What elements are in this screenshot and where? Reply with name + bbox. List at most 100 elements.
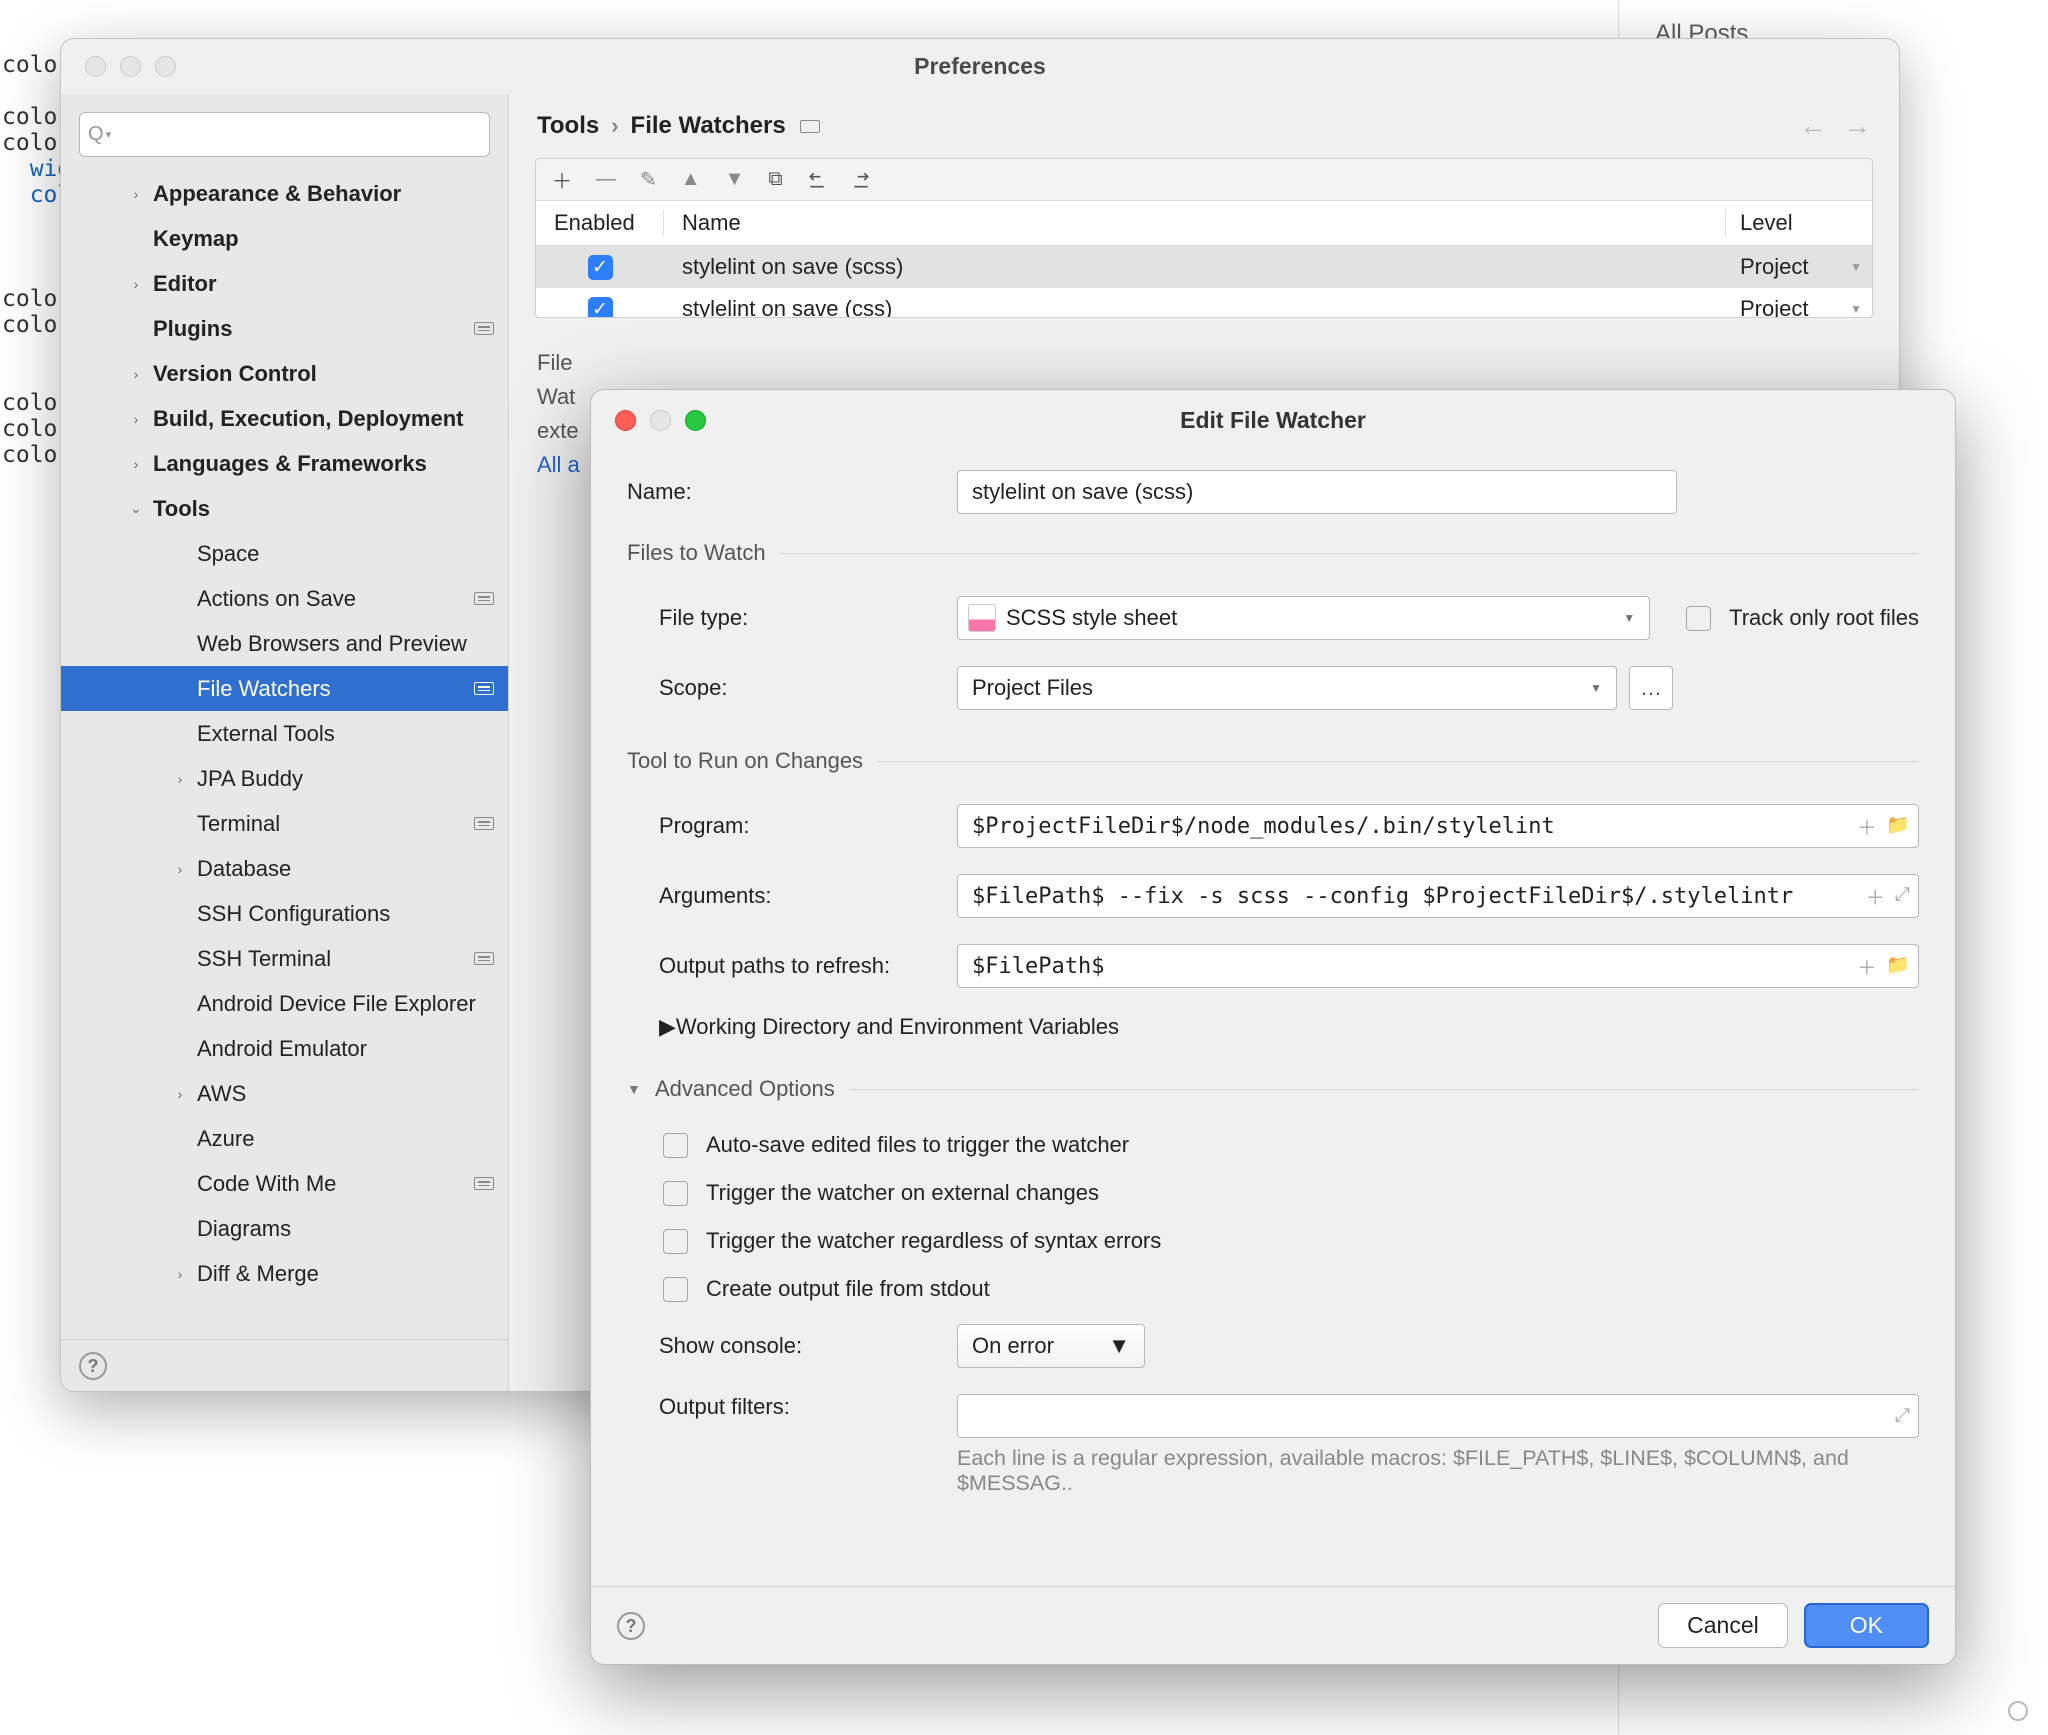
sidebar-item-label: Plugins (153, 316, 474, 342)
sidebar-item-web-browsers-and-preview[interactable]: ›Web Browsers and Preview (61, 621, 508, 666)
ok-button[interactable]: OK (1804, 1603, 1929, 1648)
browse-icon[interactable]: 📁 (1886, 813, 1910, 840)
sidebar-item-label: Keymap (153, 226, 494, 252)
sidebar-item-ssh-terminal[interactable]: ›SSH Terminal (61, 936, 508, 981)
sidebar-item-label: Space (197, 541, 494, 567)
scope-label: Scope: (659, 675, 957, 701)
insert-macro-icon[interactable]: ＋ (1857, 953, 1876, 980)
up-icon[interactable]: ▲ (681, 168, 701, 191)
sidebar-item-label: SSH Terminal (197, 946, 474, 972)
settings-scope-icon (474, 952, 494, 965)
insert-macro-icon[interactable]: ＋ (1857, 813, 1876, 840)
add-icon[interactable]: ＋ (552, 165, 572, 194)
sidebar-item-languages-frameworks[interactable]: ›Languages & Frameworks (61, 441, 508, 486)
sidebar-item-external-tools[interactable]: ›External Tools (61, 711, 508, 756)
level-select[interactable]: Project▼ (1726, 254, 1872, 280)
show-console-label: Show console: (659, 1333, 957, 1359)
chevron-icon: › (171, 1266, 189, 1282)
enabled-checkbox[interactable]: ✓ (588, 255, 613, 280)
output-filters-field[interactable]: ⤢ (957, 1394, 1919, 1438)
sidebar-item-terminal[interactable]: ›Terminal (61, 801, 508, 846)
settings-scope-icon (474, 592, 494, 605)
breadcrumb-item: File Watchers (631, 112, 786, 140)
export-icon[interactable] (851, 170, 871, 190)
checkbox[interactable] (663, 1229, 688, 1254)
sidebar-item-tools[interactable]: ⌄Tools (61, 486, 508, 531)
sidebar-item-aws[interactable]: ›AWS (61, 1071, 508, 1116)
expand-icon[interactable]: ⤢ (1895, 883, 1910, 910)
show-console-select[interactable]: On error▼ (957, 1324, 1145, 1368)
sidebar-item-editor[interactable]: ›Editor (61, 261, 508, 306)
sidebar-item-build-execution-deployment[interactable]: ›Build, Execution, Deployment (61, 396, 508, 441)
sidebar-item-file-watchers[interactable]: ›File Watchers (61, 666, 508, 711)
track-root-checkbox[interactable] (1686, 606, 1711, 631)
enabled-checkbox[interactable]: ✓ (588, 297, 613, 319)
sidebar-item-database[interactable]: ›Database (61, 846, 508, 891)
program-field[interactable]: $ProjectFileDir$/node_modules/.bin/style… (957, 804, 1919, 848)
working-dir-toggle[interactable]: ▶ (659, 1014, 676, 1040)
advanced-toggle[interactable]: ▼ (627, 1081, 647, 1097)
checkbox[interactable] (663, 1181, 688, 1206)
sidebar-item-diff-merge[interactable]: ›Diff & Merge (61, 1251, 508, 1296)
copy-icon[interactable]: ⧉ (768, 168, 782, 191)
cancel-button[interactable]: Cancel (1658, 1603, 1788, 1648)
remove-icon[interactable]: — (596, 168, 616, 191)
sidebar-item-keymap[interactable]: ›Keymap (61, 216, 508, 261)
insert-macro-icon[interactable]: ＋ (1866, 883, 1885, 910)
sidebar-item-android-device-file-explorer[interactable]: ›Android Device File Explorer (61, 981, 508, 1026)
output-filters-hint: Each line is a regular expression, avail… (957, 1446, 1919, 1496)
edit-icon[interactable]: ✎ (640, 167, 657, 192)
all-link[interactable]: All a (537, 452, 580, 477)
scope-select[interactable]: Project Files▼ (957, 666, 1617, 710)
forward-arrow-icon[interactable]: → (1843, 110, 1871, 142)
level-select[interactable]: Project▼ (1726, 296, 1872, 318)
import-icon[interactable] (807, 170, 827, 190)
name-field[interactable]: stylelint on save (scss) (957, 470, 1677, 514)
section-advanced: Advanced Options (655, 1076, 835, 1102)
sidebar-item-label: File Watchers (197, 676, 474, 702)
section-working-dir[interactable]: Working Directory and Environment Variab… (676, 1014, 1119, 1040)
checkbox[interactable] (663, 1277, 688, 1302)
sidebar-item-android-emulator[interactable]: ›Android Emulator (61, 1026, 508, 1071)
filetype-select[interactable]: SCSS style sheet▼ (957, 596, 1650, 640)
help-icon[interactable]: ? (617, 1612, 645, 1640)
sidebar-item-label: Azure (197, 1126, 494, 1152)
arguments-field[interactable]: $FilePath$ --fix -s scss --config $Proje… (957, 874, 1919, 918)
watchers-table-panel: ＋ — ✎ ▲ ▼ ⧉ Enabled Name Level ✓ styleli… (535, 158, 1873, 318)
sidebar-item-actions-on-save[interactable]: ›Actions on Save (61, 576, 508, 621)
table-row[interactable]: ✓ stylelint on save (css) Project▼ (536, 288, 1872, 318)
sidebar-item-label: Appearance & Behavior (153, 181, 494, 207)
output-filters-label: Output filters: (659, 1394, 957, 1420)
col-level[interactable]: Level (1726, 210, 1872, 236)
table-toolbar: ＋ — ✎ ▲ ▼ ⧉ (536, 159, 1872, 201)
sidebar-item-label: Terminal (197, 811, 474, 837)
sidebar-item-jpa-buddy[interactable]: ›JPA Buddy (61, 756, 508, 801)
browse-icon[interactable]: 📁 (1886, 953, 1910, 980)
sidebar-item-code-with-me[interactable]: ›Code With Me (61, 1161, 508, 1206)
sidebar-item-diagrams[interactable]: ›Diagrams (61, 1206, 508, 1251)
sidebar-item-plugins[interactable]: ›Plugins (61, 306, 508, 351)
sidebar-item-space[interactable]: ›Space (61, 531, 508, 576)
output-paths-field[interactable]: $FilePath$ ＋📁 (957, 944, 1919, 988)
table-header: Enabled Name Level (536, 201, 1872, 246)
breadcrumb-item[interactable]: Tools (537, 112, 599, 140)
sidebar-item-version-control[interactable]: ›Version Control (61, 351, 508, 396)
col-enabled[interactable]: Enabled (536, 210, 664, 236)
sidebar-item-azure[interactable]: ›Azure (61, 1116, 508, 1161)
checkbox[interactable] (663, 1133, 688, 1158)
sidebar-item-appearance-behavior[interactable]: ›Appearance & Behavior (61, 171, 508, 216)
table-row[interactable]: ✓ stylelint on save (scss) Project▼ (536, 246, 1872, 288)
back-arrow-icon[interactable]: ← (1799, 110, 1827, 142)
down-icon[interactable]: ▼ (725, 168, 745, 191)
search-input[interactable]: Q▾ (79, 112, 490, 157)
expand-icon[interactable]: ⤢ (1895, 1405, 1910, 1427)
checkbox-label: Trigger the watcher on external changes (706, 1180, 1099, 1206)
chevron-icon: › (171, 1086, 189, 1102)
sidebar-item-label: External Tools (197, 721, 494, 747)
scope-browse-button[interactable]: … (1629, 666, 1673, 710)
help-icon[interactable]: ? (79, 1352, 107, 1380)
sidebar-item-label: SSH Configurations (197, 901, 494, 927)
col-name[interactable]: Name (664, 210, 1726, 236)
editor-gutter: color:#c2185b">olor: $red-500; color:#15… (0, 0, 60, 1735)
sidebar-item-ssh-configurations[interactable]: ›SSH Configurations (61, 891, 508, 936)
